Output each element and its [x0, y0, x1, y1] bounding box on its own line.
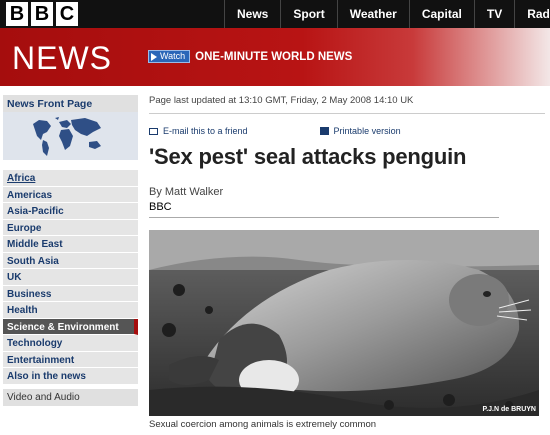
print-label: Printable version — [333, 126, 401, 136]
nav-weather[interactable]: Weather — [336, 0, 409, 28]
watch-label: Watch — [160, 51, 186, 61]
news-title[interactable]: NEWS — [12, 40, 112, 77]
sidebar-regions: Africa Americas Asia-Pacific Europe Midd… — [3, 170, 138, 385]
logo-letter-c: C — [56, 2, 78, 26]
promo-label[interactable]: ONE-MINUTE WORLD NEWS — [195, 51, 352, 63]
sidebar-item-south-asia[interactable]: South Asia — [3, 252, 138, 269]
nav-news[interactable]: News — [224, 0, 280, 28]
sidebar-item-health[interactable]: Health — [3, 302, 138, 319]
nav-tv[interactable]: TV — [473, 0, 514, 28]
top-masthead: B B C News Sport Weather Capital TV Radi… — [0, 0, 550, 28]
last-updated: Page last updated at 13:10 GMT, Friday, … — [149, 95, 414, 106]
watch-button[interactable]: Watch — [148, 50, 191, 63]
logo-letter-b2: B — [31, 2, 53, 26]
divider — [149, 113, 545, 114]
one-minute-news-promo[interactable]: Watch ONE-MINUTE WORLD NEWS — [148, 50, 352, 63]
sidebar-video-audio[interactable]: Video and Audio — [3, 388, 138, 406]
news-banner: NEWS Watch ONE-MINUTE WORLD NEWS — [0, 28, 550, 86]
byline: By Matt Walker — [149, 186, 224, 198]
headline: 'Sex pest' seal attacks penguin — [149, 144, 467, 169]
sidebar-item-africa[interactable]: Africa — [3, 170, 138, 187]
sidebar-item-entertainment[interactable]: Entertainment — [3, 351, 138, 368]
play-icon — [151, 52, 157, 61]
article: Page last updated at 13:10 GMT, Friday, … — [149, 95, 549, 430]
email-label: E-mail this to a friend — [163, 126, 248, 136]
envelope-icon — [149, 127, 158, 135]
article-tools: E-mail this to a friend Printable versio… — [149, 122, 549, 140]
sidebar-item-americas[interactable]: Americas — [3, 186, 138, 203]
email-link[interactable]: E-mail this to a friend — [149, 126, 248, 136]
byline-source: BBC — [149, 201, 172, 213]
article-photo: P.J.N de BRUYN — [149, 230, 539, 416]
sidebar-item-middle-east[interactable]: Middle East — [3, 236, 138, 253]
seal-penguin-photo — [149, 230, 539, 416]
world-map-graphic — [33, 117, 101, 156]
photo-credit: P.J.N de BRUYN — [482, 406, 536, 413]
bbc-logo[interactable]: B B C — [6, 2, 78, 26]
sidebar: News Front Page Africa Americas Asia-Pac… — [0, 95, 140, 406]
nav-capital[interactable]: Capital — [408, 0, 474, 28]
sidebar-item-also-in-the-news[interactable]: Also in the news — [3, 368, 138, 385]
nav-radio[interactable]: Radio — [514, 0, 550, 28]
sidebar-front-page[interactable]: News Front Page — [3, 95, 138, 112]
top-nav: News Sport Weather Capital TV Radio — [224, 0, 550, 28]
divider — [149, 217, 499, 218]
logo-letter-b1: B — [6, 2, 28, 26]
sidebar-item-science-environment[interactable]: Science & Environment — [3, 318, 138, 335]
world-map-icon[interactable] — [3, 112, 138, 160]
sidebar-item-asia-pacific[interactable]: Asia-Pacific — [3, 203, 138, 220]
sidebar-item-uk[interactable]: UK — [3, 269, 138, 286]
print-link[interactable]: Printable version — [319, 126, 401, 136]
nav-sport[interactable]: Sport — [280, 0, 336, 28]
photo-caption: Sexual coercion among animals is extreme… — [149, 419, 377, 430]
sidebar-item-business[interactable]: Business — [3, 285, 138, 302]
sidebar-item-technology[interactable]: Technology — [3, 335, 138, 352]
printer-icon — [319, 127, 329, 135]
sidebar-item-europe[interactable]: Europe — [3, 219, 138, 236]
